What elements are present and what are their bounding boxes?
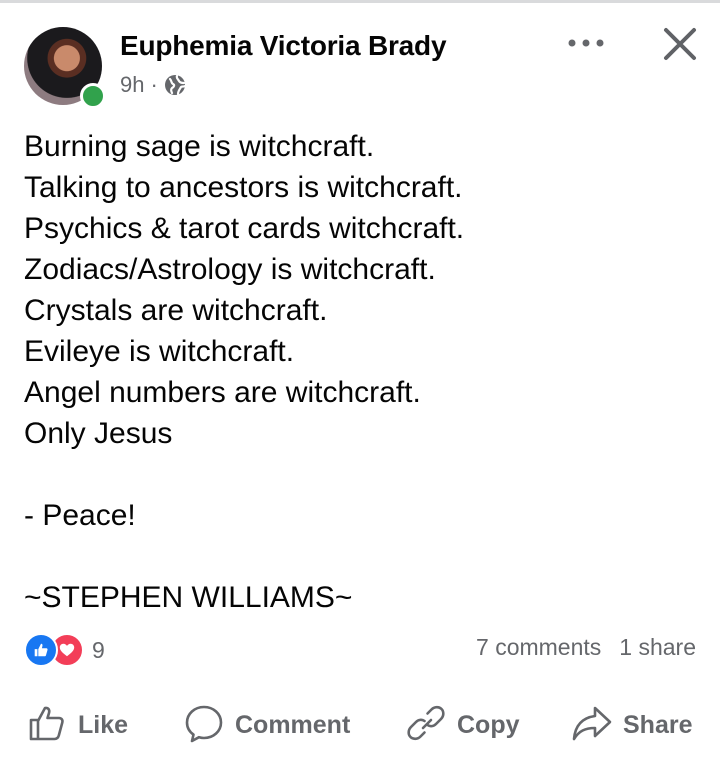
- top-divider: [0, 0, 720, 3]
- like-reaction-icon: [24, 633, 58, 667]
- reactions-summary[interactable]: 9: [24, 633, 105, 667]
- author-name[interactable]: Euphemia Victoria Brady: [120, 30, 447, 62]
- reaction-count: 9: [92, 636, 105, 663]
- meta-separator: ·: [150, 72, 158, 97]
- globe-icon: [164, 74, 186, 96]
- engagement-counts: 7 comments 1 share: [476, 634, 696, 661]
- more-options-icon[interactable]: [566, 33, 606, 53]
- post-line: ~STEPHEN WILLIAMS~: [24, 581, 353, 614]
- post-line: Talking to ancestors is witchcraft.: [24, 171, 463, 204]
- post-line-blank: [24, 454, 694, 495]
- share-arrow-icon: [571, 702, 613, 749]
- action-bar: Like Comment Copy Share: [0, 695, 720, 755]
- post-text: Burning sage is witchcraft. Talking to a…: [24, 126, 694, 618]
- post-line: Crystals are witchcraft.: [24, 294, 328, 327]
- comment-label: Comment: [235, 710, 351, 739]
- comments-count-link[interactable]: 7 comments: [476, 634, 601, 661]
- comment-bubble-icon: [183, 702, 225, 749]
- post-line: - Peace!: [24, 499, 136, 532]
- like-button[interactable]: Like: [26, 695, 128, 755]
- link-icon: [405, 702, 447, 749]
- post-line: Only Jesus: [24, 417, 173, 450]
- comment-button[interactable]: Comment: [183, 695, 350, 755]
- post-meta: 9h ·: [120, 72, 186, 98]
- online-status-dot: [80, 83, 106, 109]
- post-line: Psychics & tarot cards witchcraft.: [24, 212, 465, 245]
- post-time[interactable]: 9h: [120, 72, 144, 98]
- post-line: Evileye is witchcraft.: [24, 335, 295, 368]
- post-line-blank: [24, 536, 694, 577]
- post-line: Burning sage is witchcraft.: [24, 130, 375, 163]
- like-label: Like: [78, 710, 129, 739]
- copy-label: Copy: [457, 710, 520, 739]
- author-avatar[interactable]: [24, 27, 106, 109]
- thumbs-up-icon: [26, 702, 68, 749]
- shares-count-link[interactable]: 1 share: [619, 634, 696, 661]
- share-label: Share: [623, 710, 693, 739]
- share-button[interactable]: Share: [571, 695, 692, 755]
- post-line: Angel numbers are witchcraft.: [24, 376, 421, 409]
- copy-button[interactable]: Copy: [405, 695, 520, 755]
- close-icon[interactable]: [660, 24, 700, 64]
- post-line: Zodiacs/Astrology is witchcraft.: [24, 253, 436, 286]
